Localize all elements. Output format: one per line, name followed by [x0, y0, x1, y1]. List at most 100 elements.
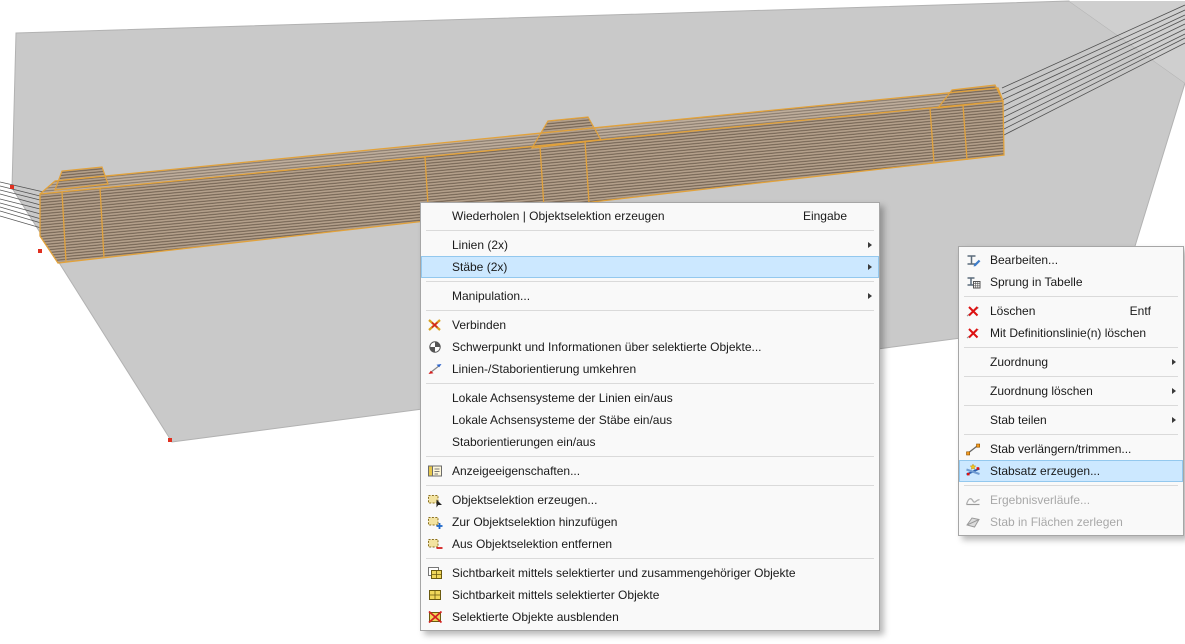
menu-item-lokale-achsen-linien[interactable]: Lokale Achsensysteme der Linien ein/aus — [421, 387, 879, 409]
menu-item-label: Schwerpunkt und Informationen über selek… — [452, 340, 762, 354]
menu-item-label: Stab verlängern/trimmen... — [990, 442, 1132, 456]
no-icon — [423, 412, 447, 428]
menu-separator — [426, 485, 874, 486]
menu-item-label: Objektselektion erzeugen... — [452, 493, 598, 507]
menu-item-wiederholen-objektselektion[interactable]: Wiederholen | Objektselektion erzeugen E… — [421, 205, 879, 227]
menu-item-label: Linien-/Staborientierung umkehren — [452, 362, 637, 376]
submenu-staebe: Bearbeiten... Sprung in Tabelle Löschen … — [958, 246, 1184, 536]
submenu-item-mit-definitionslinie-loeschen[interactable]: Mit Definitionslinie(n) löschen — [959, 322, 1183, 344]
submenu-item-ergebnisverlaeufe[interactable]: Ergebnisverläufe... — [959, 489, 1183, 511]
node-marker[interactable] — [10, 185, 14, 189]
menu-item-label: Sichtbarkeit mittels selektierter und zu… — [452, 566, 796, 580]
edit-member-icon — [961, 252, 985, 268]
center-of-gravity-icon — [423, 339, 447, 355]
submenu-item-bearbeiten[interactable]: Bearbeiten... — [959, 249, 1183, 271]
create-member-set-icon — [961, 463, 985, 479]
menu-item-label: Lokale Achsensysteme der Linien ein/aus — [452, 391, 673, 405]
menu-item-manipulation[interactable]: Manipulation... — [421, 285, 879, 307]
application-window: Wiederholen | Objektselektion erzeugen E… — [0, 0, 1185, 644]
no-icon — [423, 390, 447, 406]
menu-separator — [964, 434, 1178, 435]
menu-item-anzeigeeigenschaften[interactable]: Anzeigeeigenschaften... — [421, 460, 879, 482]
menu-item-label: Löschen — [990, 304, 1036, 318]
menu-item-zur-objektselektion[interactable]: Zur Objektselektion hinzufügen — [421, 511, 879, 533]
menu-separator — [426, 230, 874, 231]
menu-separator — [964, 347, 1178, 348]
menu-item-label: Zur Objektselektion hinzufügen — [452, 515, 618, 529]
menu-item-label: Stabsatz erzeugen... — [990, 464, 1101, 478]
node-marker[interactable] — [38, 249, 42, 253]
menu-item-sichtbarkeit-zusammengehoerige[interactable]: Sichtbarkeit mittels selektierter und zu… — [421, 562, 879, 584]
menu-item-label: Stab in Flächen zerlegen — [990, 515, 1123, 529]
no-icon — [423, 237, 447, 253]
menu-item-aus-objektselektion[interactable]: Aus Objektselektion entfernen — [421, 533, 879, 555]
add-to-object-selection-icon — [423, 514, 447, 530]
submenu-item-stab-in-flaechen-zerlegen[interactable]: Stab in Flächen zerlegen — [959, 511, 1183, 533]
menu-item-objektselektion-erzeugen[interactable]: Objektselektion erzeugen... — [421, 489, 879, 511]
menu-item-label: Wiederholen | Objektselektion erzeugen — [452, 209, 665, 223]
delete-with-definition-line-icon — [961, 325, 985, 341]
no-icon — [961, 354, 985, 370]
menu-item-linien[interactable]: Linien (2x) — [421, 234, 879, 256]
menu-item-label: Linien (2x) — [452, 238, 509, 252]
menu-item-label: Zuordnung — [990, 355, 1049, 369]
menu-item-verbinden[interactable]: Verbinden — [421, 314, 879, 336]
reverse-orientation-icon — [423, 361, 447, 377]
menu-item-staebe[interactable]: Stäbe (2x) — [421, 256, 879, 278]
submenu-item-loeschen[interactable]: Löschen Entf — [959, 300, 1183, 322]
submenu-item-stab-teilen[interactable]: Stab teilen — [959, 409, 1183, 431]
submenu-item-zuordnung-loeschen[interactable]: Zuordnung löschen — [959, 380, 1183, 402]
menu-item-orientierung-umkehren[interactable]: Linien-/Staborientierung umkehren — [421, 358, 879, 380]
submenu-arrow-icon — [868, 264, 872, 270]
menu-item-sichtbarkeit-selektierte[interactable]: Sichtbarkeit mittels selektierter Objekt… — [421, 584, 879, 606]
submenu-arrow-icon — [868, 293, 872, 299]
menu-item-label: Verbinden — [452, 318, 507, 332]
menu-item-lokale-achsen-staebe[interactable]: Lokale Achsensysteme der Stäbe ein/aus — [421, 409, 879, 431]
menu-item-schwerpunkt[interactable]: Schwerpunkt und Informationen über selek… — [421, 336, 879, 358]
delete-member-icon — [961, 303, 985, 319]
menu-separator — [426, 310, 874, 311]
node-marker[interactable] — [168, 438, 172, 442]
submenu-item-stabsatz-erzeugen[interactable]: Stabsatz erzeugen... — [959, 460, 1183, 482]
submenu-arrow-icon — [1172, 417, 1176, 423]
menu-item-label: Bearbeiten... — [990, 253, 1059, 267]
submenu-item-sprung-in-tabelle[interactable]: Sprung in Tabelle — [959, 271, 1183, 293]
menu-shortcut: Eingabe — [802, 209, 847, 223]
menu-separator — [964, 376, 1178, 377]
menu-item-label: Stäbe (2x) — [452, 260, 508, 274]
submenu-item-zuordnung[interactable]: Zuordnung — [959, 351, 1183, 373]
menu-item-label: Mit Definitionslinie(n) löschen — [990, 326, 1147, 340]
menu-shortcut: Entf — [1129, 304, 1151, 318]
visibility-selected-objects-icon — [423, 587, 447, 603]
menu-separator — [426, 383, 874, 384]
menu-item-label: Selektierte Objekte ausblenden — [452, 610, 619, 624]
menu-item-label: Zuordnung löschen — [990, 384, 1093, 398]
no-icon — [423, 434, 447, 450]
connect-icon — [423, 317, 447, 333]
menu-separator — [426, 456, 874, 457]
no-icon — [961, 412, 985, 428]
menu-item-label: Anzeigeeigenschaften... — [452, 464, 581, 478]
no-icon — [423, 208, 447, 224]
no-icon — [423, 288, 447, 304]
menu-item-label: Stab teilen — [990, 413, 1047, 427]
visibility-related-objects-icon — [423, 565, 447, 581]
hide-selected-objects-icon — [423, 609, 447, 625]
menu-item-objekte-ausblenden[interactable]: Selektierte Objekte ausblenden — [421, 606, 879, 628]
menu-separator — [426, 281, 874, 282]
remove-from-object-selection-icon — [423, 536, 447, 552]
menu-item-staborientierungen[interactable]: Staborientierungen ein/aus — [421, 431, 879, 453]
menu-item-label: Lokale Achsensysteme der Stäbe ein/aus — [452, 413, 673, 427]
extend-trim-member-icon — [961, 441, 985, 457]
menu-item-label: Ergebnisverläufe... — [990, 493, 1091, 507]
menu-item-label: Staborientierungen ein/aus — [452, 435, 596, 449]
menu-item-label: Sprung in Tabelle — [990, 275, 1083, 289]
submenu-item-stab-verlaengern-trimmen[interactable]: Stab verlängern/trimmen... — [959, 438, 1183, 460]
submenu-arrow-icon — [1172, 388, 1176, 394]
menu-separator — [964, 405, 1178, 406]
menu-item-label: Aus Objektselektion entfernen — [452, 537, 613, 551]
menu-separator — [426, 558, 874, 559]
result-diagrams-icon — [961, 492, 985, 508]
no-icon — [961, 383, 985, 399]
menu-item-label: Manipulation... — [452, 289, 531, 303]
